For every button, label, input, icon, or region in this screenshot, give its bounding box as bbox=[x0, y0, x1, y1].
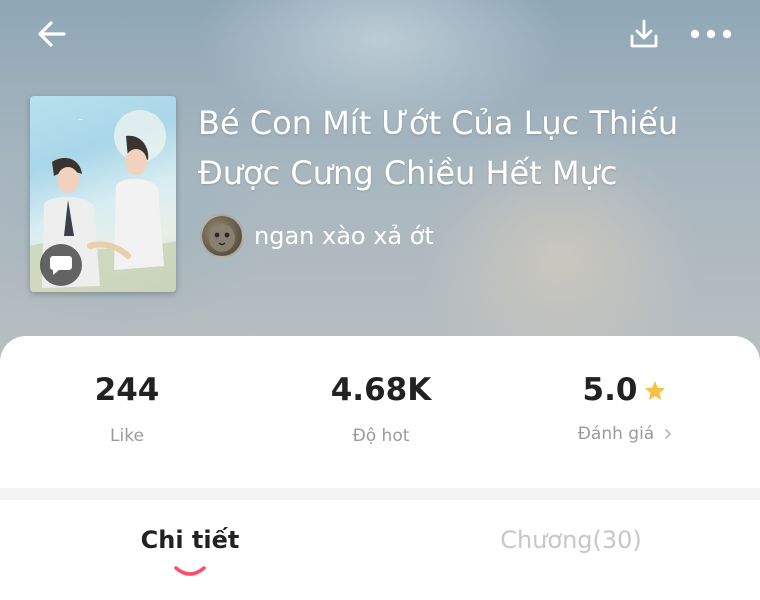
comment-badge[interactable] bbox=[40, 244, 82, 286]
download-icon bbox=[630, 19, 658, 48]
back-button[interactable] bbox=[30, 14, 74, 54]
svg-text:~: ~ bbox=[78, 116, 84, 124]
stats-card: 244 Like 4.68K Độ hot 5.0 Đánh giá bbox=[0, 336, 760, 488]
avatar[interactable] bbox=[200, 214, 244, 258]
top-bar bbox=[0, 0, 760, 70]
book-title: Bé Con Mít Ướt Của Lục Thiếu Được Cưng C… bbox=[198, 104, 679, 192]
author-name[interactable]: ngan xào xả ớt bbox=[254, 222, 434, 250]
section-divider bbox=[0, 488, 760, 500]
star-icon bbox=[645, 381, 666, 400]
download-button[interactable] bbox=[622, 14, 666, 54]
author-row[interactable]: ngan xào xả ớt bbox=[200, 212, 434, 260]
likes-label: Like bbox=[110, 426, 144, 446]
hot-count: 4.68K bbox=[330, 372, 432, 408]
tab-chapters[interactable]: Chương(30) bbox=[451, 526, 691, 554]
chat-bubble-icon bbox=[50, 256, 72, 275]
book-header-background: ~ Bé Con Mít Ướt Của Lục Thiếu Được Cưng… bbox=[0, 0, 760, 370]
book-cover[interactable]: ~ bbox=[30, 96, 176, 292]
hot-label: Độ hot bbox=[352, 426, 410, 446]
arrow-left-icon bbox=[38, 21, 66, 47]
chevron-right-icon bbox=[665, 429, 672, 439]
rating-value: 5.0 bbox=[582, 372, 638, 408]
rating-label-row[interactable]: Đánh giá bbox=[500, 424, 750, 444]
rating-label: Đánh giá bbox=[577, 424, 655, 444]
more-horizontal-icon bbox=[690, 29, 732, 39]
tab-bar: Chi tiết Chương(30) bbox=[0, 500, 760, 600]
avatar-image bbox=[209, 224, 235, 252]
more-button[interactable] bbox=[686, 14, 736, 54]
active-tab-indicator bbox=[174, 566, 206, 576]
tab-details[interactable]: Chi tiết bbox=[70, 526, 310, 554]
likes-count: 244 bbox=[94, 372, 160, 408]
rating-value-row: 5.0 bbox=[500, 372, 750, 408]
